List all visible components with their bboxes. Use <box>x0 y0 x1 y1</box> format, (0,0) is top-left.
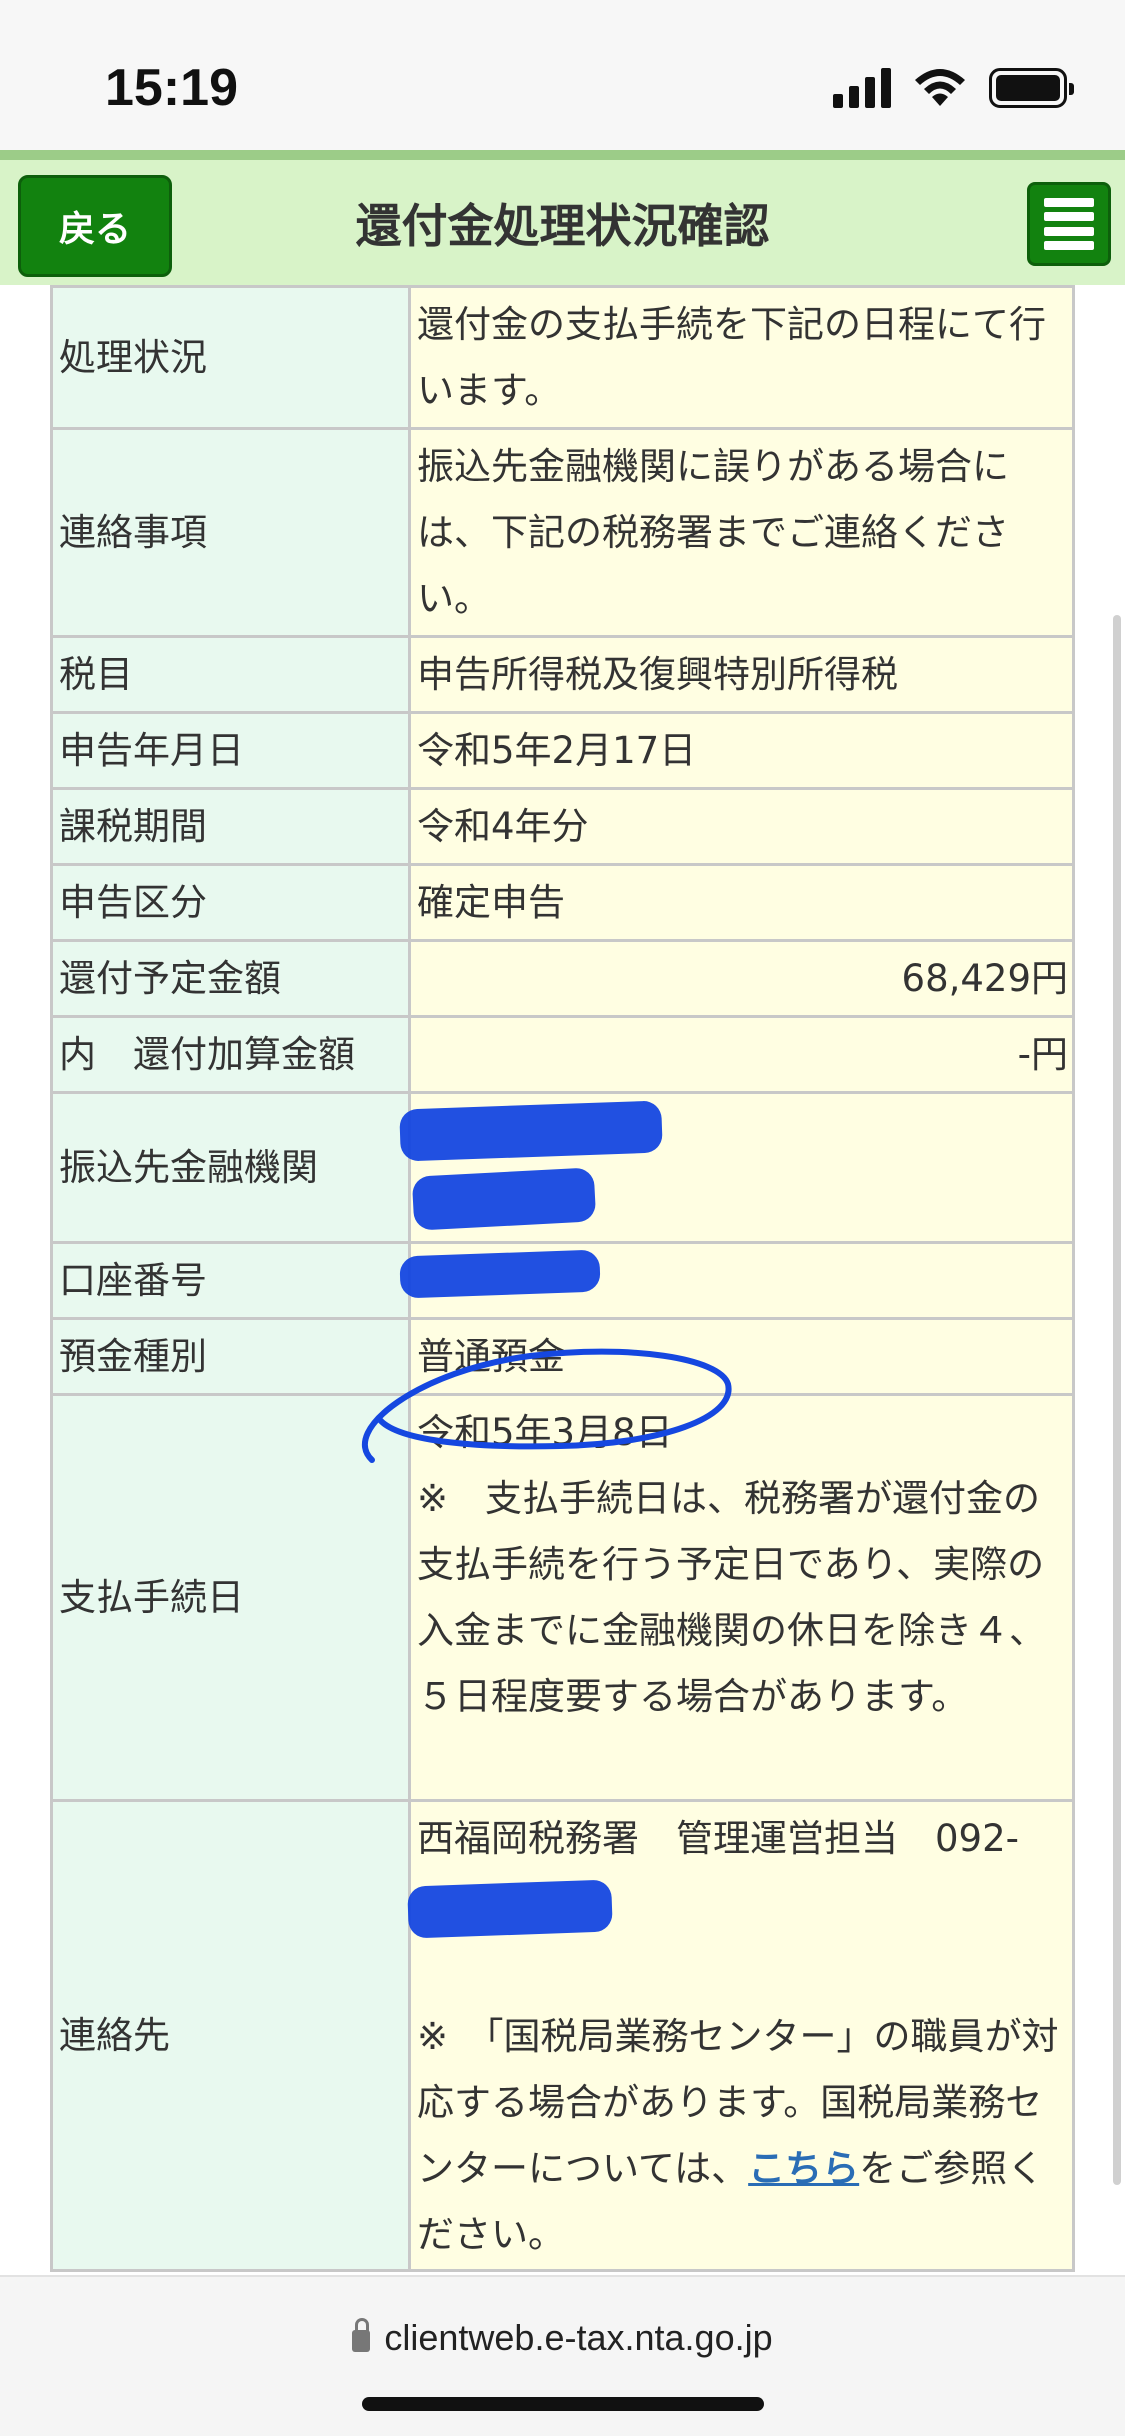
url-text[interactable]: clientweb.e-tax.nta.go.jp <box>0 2317 1125 2359</box>
row-label: 税目 <box>50 635 411 714</box>
here-link[interactable]: こちら <box>748 2147 859 2190</box>
refund-amount: 68,429円 <box>408 939 1075 1018</box>
row-value: 令和4年分 <box>408 787 1075 866</box>
browser-url-bar[interactable]: clientweb.e-tax.nta.go.jp <box>0 2275 1125 2436</box>
cellular-signal-icon <box>833 68 891 108</box>
bank-name-redaction <box>399 1100 663 1162</box>
table-row: 内 還付加算金額 -円 <box>50 1015 1075 1094</box>
phone-number-redaction <box>407 1879 613 1939</box>
table-row: 連絡事項 振込先金融機関に誤りがある場合には、下記の税務署までご連絡ください。 <box>50 427 1075 638</box>
page-header: 戻る 還付金処理状況確認 <box>0 150 1125 285</box>
menu-icon[interactable] <box>1027 182 1111 266</box>
table-row: 連絡先 西福岡税務署 管理運営担当 092- ※ 「国税局業務センター」の職員が… <box>50 1799 1075 2272</box>
row-value: 申告所得税及復興特別所得税 <box>408 635 1075 714</box>
row-label: 申告年月日 <box>50 711 411 790</box>
table-row: 税目 申告所得税及復興特別所得税 <box>50 635 1075 714</box>
row-label: 預金種別 <box>50 1317 411 1396</box>
status-bar: 15:19 <box>0 0 1125 150</box>
row-label: 処理状況 <box>50 285 411 430</box>
contact-note: ※ 「国税局業務センター」の職員が対応する場合があります。国税局業務センターにつ… <box>417 2015 1059 2256</box>
table-row: 申告区分 確定申告 <box>50 863 1075 942</box>
page-title: 還付金処理状況確認 <box>355 199 770 253</box>
row-label: 支払手続日 <box>50 1393 411 1802</box>
row-value: 確定申告 <box>408 863 1075 942</box>
row-label: 連絡先 <box>50 1799 411 2272</box>
row-label: 還付予定金額 <box>50 939 411 1018</box>
row-value: 令和5年2月17日 <box>408 711 1075 790</box>
tax-office-contact: 西福岡税務署 管理運営担当 092- <box>417 1817 1019 1860</box>
table-row: 還付予定金額 68,429円 <box>50 939 1075 1018</box>
row-value: 振込先金融機関に誤りがある場合には、下記の税務署までご連絡ください。 <box>408 427 1075 638</box>
row-label: 申告区分 <box>50 863 411 942</box>
table-row: 課税期間 令和4年分 <box>50 787 1075 866</box>
row-label: 振込先金融機関 <box>50 1091 411 1244</box>
scrollbar[interactable] <box>1113 615 1121 2185</box>
battery-icon <box>989 68 1074 108</box>
contact-cell: 西福岡税務署 管理運営担当 092- ※ 「国税局業務センター」の職員が対応する… <box>408 1799 1075 2272</box>
handdrawn-circle <box>362 1348 732 1463</box>
row-label: 口座番号 <box>50 1241 411 1320</box>
table-row: 申告年月日 令和5年2月17日 <box>50 711 1075 790</box>
account-number-redaction <box>399 1249 601 1299</box>
status-time: 15:19 <box>105 59 238 117</box>
row-value: 還付金の支払手続を下記の日程にて行います。 <box>408 285 1075 430</box>
wifi-icon <box>915 69 965 106</box>
status-icons <box>833 64 1074 112</box>
row-label: 連絡事項 <box>50 427 411 638</box>
additional-refund-amount: -円 <box>408 1015 1075 1094</box>
table-row: 処理状況 還付金の支払手続を下記の日程にて行います。 <box>50 285 1075 430</box>
home-indicator[interactable] <box>362 2397 764 2411</box>
row-label: 内 還付加算金額 <box>50 1015 411 1094</box>
branch-name-redaction <box>411 1167 597 1231</box>
lock-icon <box>352 2318 371 2352</box>
payment-date-note: ※ 支払手続日は、税務署が還付金の支払手続を行う予定日であり、実際の入金までに金… <box>417 1477 1046 1718</box>
row-label: 課税期間 <box>50 787 411 866</box>
main-content[interactable]: 処理状況 還付金の支払手続を下記の日程にて行います。 連絡事項 振込先金融機関に… <box>0 285 1125 2275</box>
